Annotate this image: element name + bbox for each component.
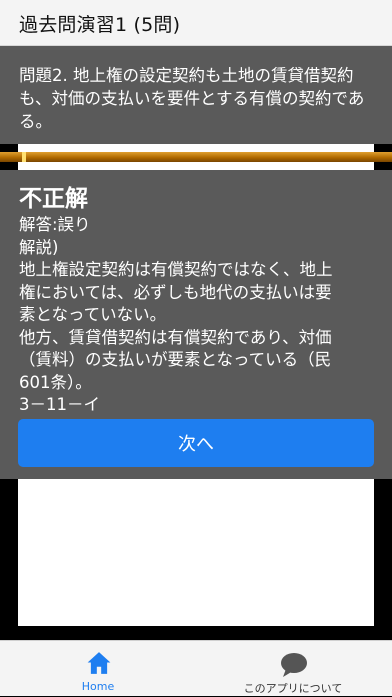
explanation-line: （賃料）の支払いが要素となっている（民 xyxy=(19,350,332,369)
main-content: 問題2. 地上権の設定契約も土地の賃貸借契約も、対価の支払いを要件とする有償の契… xyxy=(0,46,392,640)
header-bar: 過去問演習1 (5問) xyxy=(0,0,392,46)
explanation-line: 素となっていない。 xyxy=(19,305,167,324)
page-title: 過去問演習1 (5問) xyxy=(19,14,181,36)
explanation-heading: 解説) xyxy=(19,237,59,257)
explanation-line: 地上権設定契約は有償契約ではなく、地上 xyxy=(19,260,333,279)
tab-about-label: このアプリについて xyxy=(243,682,343,695)
next-button[interactable]: 次へ xyxy=(18,419,374,467)
chat-bubble-icon xyxy=(281,653,307,677)
tab-home[interactable]: Home xyxy=(60,641,136,697)
progress-marker xyxy=(22,152,26,162)
reference-line: 3－11－イ xyxy=(19,395,100,414)
explanation-line: 他方、賃貸借契約は有償契約であり、対価 xyxy=(19,327,332,347)
explanation-text: 解答:誤り 解説) 地上権設定契約は有償契約ではなく、地上 権においては、必ずし… xyxy=(19,214,381,417)
question-text: 問題2. 地上権の設定契約も土地の賃貸借契約も、対価の支払いを要件とする有償の契… xyxy=(19,66,365,131)
tab-about[interactable]: このアプリについて xyxy=(200,641,386,697)
tab-home-label: Home xyxy=(81,680,115,693)
home-icon xyxy=(87,652,111,674)
progress-fill xyxy=(0,152,392,162)
progress-bar xyxy=(0,152,392,162)
answer-line: 解答:誤り xyxy=(19,215,91,234)
question-box: 問題2. 地上権の設定契約も土地の賃貸借契約も、対価の支払いを要件とする有償の契… xyxy=(0,46,392,144)
explanation-line: 601条）。 xyxy=(19,372,92,392)
tab-bar: Home このアプリについて xyxy=(0,640,392,696)
result-title: 不正解 xyxy=(19,186,88,212)
explanation-line: 権においては、必ずしも地代の支払いは要 xyxy=(19,282,332,302)
